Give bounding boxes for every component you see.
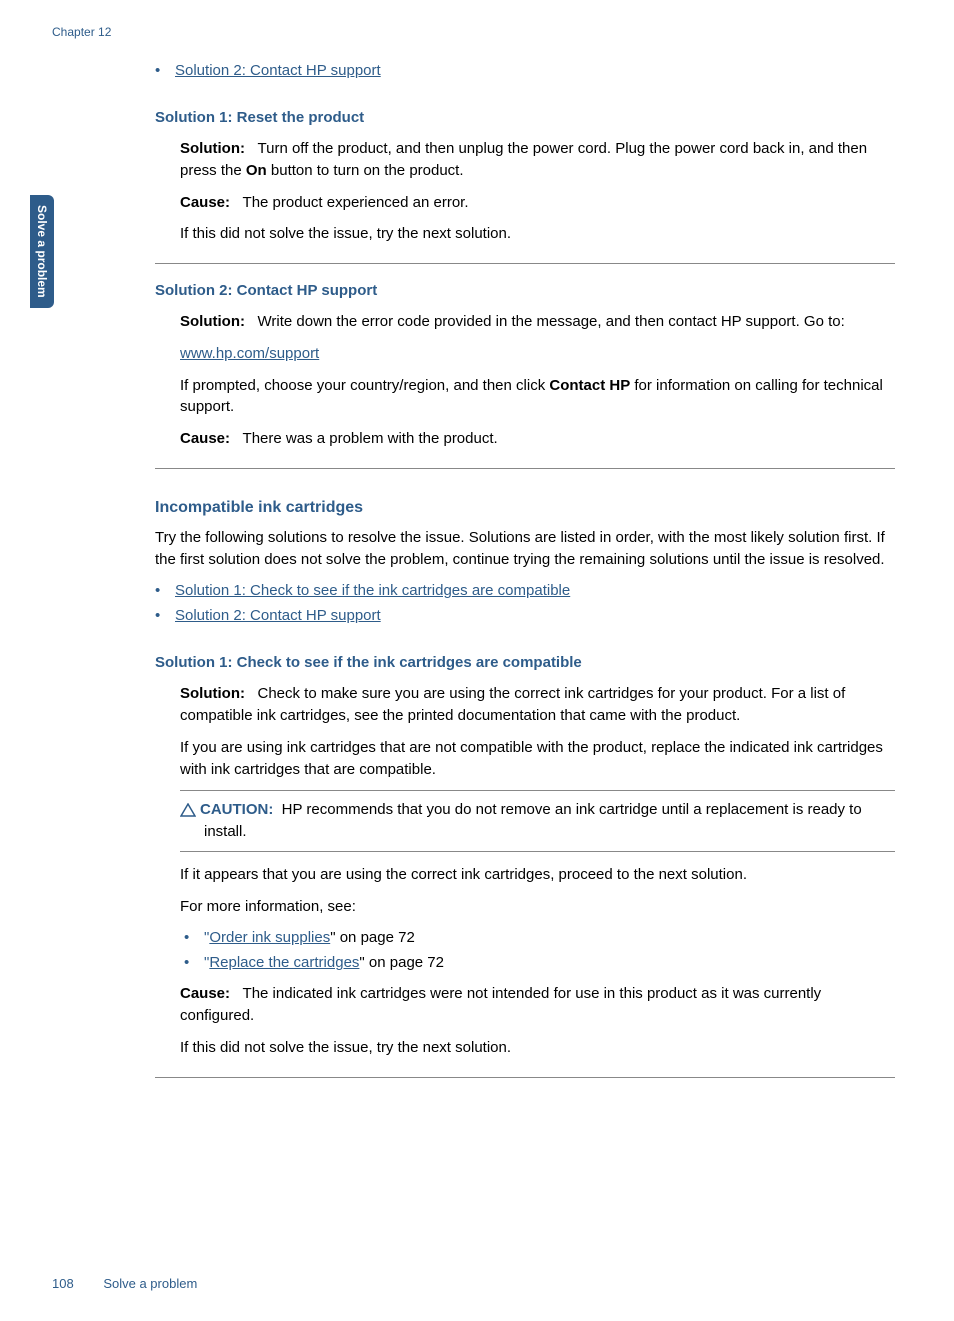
- prompt-text1: If prompted, choose your country/region,…: [180, 377, 549, 394]
- solution1-check-trynext: If this did not solve the issue, try the…: [180, 1037, 895, 1059]
- solution1-reset-cause: Cause: The product experienced an error.: [180, 192, 895, 214]
- main-content: Solution 2: Contact HP support Solution …: [155, 60, 895, 1096]
- cause-label: Cause:: [180, 430, 230, 447]
- cause-text: There was a problem with the product.: [243, 430, 498, 447]
- solution-label: Solution:: [180, 313, 245, 330]
- incompatible-bullet2: Solution 2: Contact HP support: [155, 605, 895, 626]
- footer: 108 Solve a problem: [52, 1276, 197, 1291]
- divider: [155, 1077, 895, 1078]
- replace-cartridges-item: "Replace the cartridges" on page 72: [184, 952, 895, 973]
- top-bullet-list: Solution 2: Contact HP support: [155, 60, 895, 81]
- solution1-reset-text2: button to turn on the product.: [267, 162, 464, 179]
- solution1-check-moreinfo: For more information, see:: [180, 896, 895, 918]
- incompatible-bullet1: Solution 1: Check to see if the ink cart…: [155, 580, 895, 601]
- cause-label: Cause:: [180, 194, 230, 211]
- more-info-bullets: "Order ink supplies" on page 72 "Replace…: [180, 927, 895, 973]
- solution2-contact-solution: Solution: Write down the error code prov…: [180, 311, 895, 333]
- divider: [155, 263, 895, 264]
- caution-text: HP recommends that you do not remove an …: [204, 801, 862, 840]
- top-bullet-item: Solution 2: Contact HP support: [155, 60, 895, 81]
- solution1-reset-trynext: If this did not solve the issue, try the…: [180, 223, 895, 245]
- on-bold: On: [246, 162, 267, 179]
- incompatible-intro: Try the following solutions to resolve t…: [155, 527, 895, 571]
- chapter-label: Chapter 12: [52, 25, 111, 39]
- solution1-reset-heading: Solution 1: Reset the product: [155, 109, 895, 126]
- solution2-contact-link[interactable]: Solution 2: Contact HP support: [175, 607, 381, 624]
- caution-icon: [180, 803, 196, 817]
- page-number: 108: [52, 1276, 74, 1291]
- side-tab: Solve a problem: [30, 195, 54, 308]
- footer-section: Solve a problem: [103, 1276, 197, 1291]
- solution2-contact-cause: Cause: There was a problem with the prod…: [180, 428, 895, 450]
- replace-cartridges-wrap: "Replace the cartridges: [204, 954, 359, 971]
- divider: [155, 468, 895, 469]
- caution-label: CAUTION:: [200, 801, 273, 818]
- cause-text: The product experienced an error.: [243, 194, 469, 211]
- solution-label: Solution:: [180, 685, 245, 702]
- solution1-check-replace: If you are using ink cartridges that are…: [180, 737, 895, 781]
- solution1-check-block: Solution: Check to make sure you are usi…: [155, 683, 895, 1058]
- caution-content: CAUTION: HP recommends that you do not r…: [180, 799, 895, 843]
- cause-label: Cause:: [180, 985, 230, 1002]
- solution1-check-link[interactable]: Solution 1: Check to see if the ink cart…: [175, 582, 570, 599]
- replace-cartridges-link[interactable]: Replace the cartridges: [209, 954, 359, 971]
- replace-cartridges-page: " on page 72: [359, 954, 444, 971]
- solution1-check-heading: Solution 1: Check to see if the ink cart…: [155, 654, 895, 671]
- cause-text: The indicated ink cartridges were not in…: [180, 985, 821, 1024]
- solution1-check-text: Check to make sure you are using the cor…: [180, 685, 845, 724]
- solution1-reset-solution: Solution: Turn off the product, and then…: [180, 138, 895, 182]
- support-link-line: www.hp.com/support: [180, 343, 895, 365]
- solution2-contact-block: Solution: Write down the error code prov…: [155, 311, 895, 450]
- solution2-contact-heading: Solution 2: Contact HP support: [155, 282, 895, 299]
- contact-hp-bold: Contact HP: [549, 377, 630, 394]
- order-supplies-item: "Order ink supplies" on page 72: [184, 927, 895, 948]
- solution1-check-solution: Solution: Check to make sure you are usi…: [180, 683, 895, 727]
- incompatible-bullets: Solution 1: Check to see if the ink cart…: [155, 580, 895, 626]
- order-supplies-link[interactable]: Order ink supplies: [209, 929, 330, 946]
- solution2-contact-text: Write down the error code provided in th…: [258, 313, 845, 330]
- solution2-link-top[interactable]: Solution 2: Contact HP support: [175, 62, 381, 79]
- order-supplies-page: " on page 72: [330, 929, 415, 946]
- solution1-reset-block: Solution: Turn off the product, and then…: [155, 138, 895, 245]
- solution1-check-proceed: If it appears that you are using the cor…: [180, 864, 895, 886]
- solution-label: Solution:: [180, 140, 245, 157]
- solution2-contact-prompt: If prompted, choose your country/region,…: [180, 375, 895, 419]
- hp-support-link[interactable]: www.hp.com/support: [180, 345, 319, 362]
- caution-box: CAUTION: HP recommends that you do not r…: [180, 790, 895, 852]
- solution1-check-cause: Cause: The indicated ink cartridges were…: [180, 983, 895, 1027]
- incompatible-heading: Incompatible ink cartridges: [155, 499, 895, 517]
- order-supplies-wrap: "Order ink supplies: [204, 929, 330, 946]
